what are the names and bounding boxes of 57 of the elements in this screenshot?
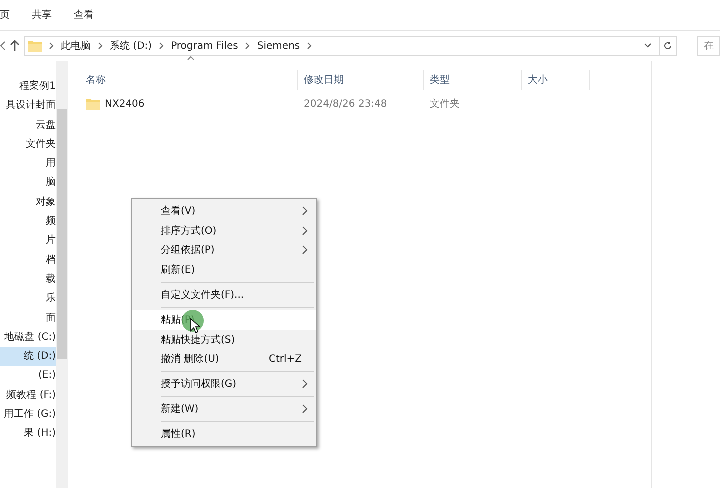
sidebar-item[interactable]: 脑 [0, 173, 56, 193]
breadcrumb[interactable]: 系统 (D:) [110, 39, 152, 53]
column-header[interactable]: 修改日期 [298, 70, 424, 90]
ribbon-tab[interactable]: 查看 [74, 8, 94, 22]
menu-item[interactable]: 属性(R) [132, 424, 316, 444]
file-name-cell[interactable]: NX2406 [80, 98, 298, 110]
sidebar-item[interactable]: 片 [0, 231, 56, 251]
sidebar-item[interactable]: 用 [0, 154, 56, 174]
sidebar-item[interactable]: 载 [0, 270, 56, 290]
chevron-icon [98, 42, 103, 50]
sidebar-item[interactable]: 用工作 (G:) [0, 405, 56, 424]
folder-icon [28, 40, 42, 52]
sidebar-item[interactable]: 对象 [0, 192, 56, 212]
sidebar-item[interactable]: 统 (D:) [0, 347, 56, 366]
menu-item[interactable]: 查看(V) [132, 201, 316, 221]
ribbon-tab[interactable]: 共享 [32, 8, 52, 22]
sidebar-item[interactable]: 档 [0, 250, 56, 270]
menu-item[interactable]: 撤消 删除(U) Ctrl+Z [132, 350, 316, 370]
column-header[interactable]: 大小 [522, 70, 590, 90]
sidebar-item[interactable]: 文件夹 [0, 134, 56, 154]
folder-icon [86, 98, 100, 110]
sidebar-item[interactable]: 果 (H:) [0, 424, 56, 444]
address-bar[interactable]: 此电脑 系统 (D:) Program Files Siemens [24, 36, 677, 56]
breadcrumb[interactable]: Siemens [257, 40, 300, 52]
sidebar-item[interactable]: 云盘 [0, 116, 56, 135]
menu-item[interactable]: 粘贴快捷方式(S) [132, 330, 316, 350]
menu-item[interactable]: 分组依据(P) [132, 240, 316, 260]
sidebar-item[interactable]: 面 [0, 308, 56, 328]
menu-item[interactable]: 授予访问权限(G) [132, 374, 316, 394]
breadcrumb[interactable]: 此电脑 [61, 39, 91, 53]
menu-item[interactable]: 排序方式(O) [132, 220, 316, 241]
sidebar-item[interactable]: (E:) [0, 366, 56, 386]
sidebar-item[interactable]: 具设计封面 [0, 96, 56, 116]
sort-caret-icon [187, 56, 195, 61]
refresh-icon [663, 41, 673, 51]
ribbon-tab[interactable]: 页 [0, 8, 10, 22]
type-cell-text: 文件夹 [429, 98, 461, 111]
menu-item[interactable]: 刷新(E) [132, 260, 316, 280]
menu-item[interactable]: 新建(W) [132, 399, 316, 419]
dropdown-icon[interactable] [644, 43, 652, 49]
scrollbar[interactable] [56, 61, 68, 488]
chevron-icon [49, 42, 54, 50]
sidebar-item[interactable]: 频教程 (F:) [0, 386, 56, 406]
column-header[interactable]: 名称 [80, 70, 298, 90]
search-field[interactable]: 在 [697, 36, 720, 56]
up-arrow-icon[interactable] [10, 40, 20, 52]
sidebar-item[interactable]: 程案例1 [0, 77, 56, 96]
sidebar-item[interactable]: 乐 [0, 289, 56, 309]
column-header[interactable]: 类型 [424, 70, 522, 90]
sidebar-item[interactable]: 地磁盘 (C:) [0, 328, 56, 348]
sidebar-item[interactable]: 频 [0, 212, 56, 232]
breadcrumb[interactable]: Program Files [171, 40, 238, 52]
chevron-icon [159, 42, 164, 50]
menu-item[interactable]: 自定义文件夹(F)... [132, 285, 316, 305]
chevron-icon [307, 42, 312, 50]
date-cell-text: 2024/8/26 23:48 [303, 98, 388, 110]
chevron-icon [245, 42, 250, 50]
